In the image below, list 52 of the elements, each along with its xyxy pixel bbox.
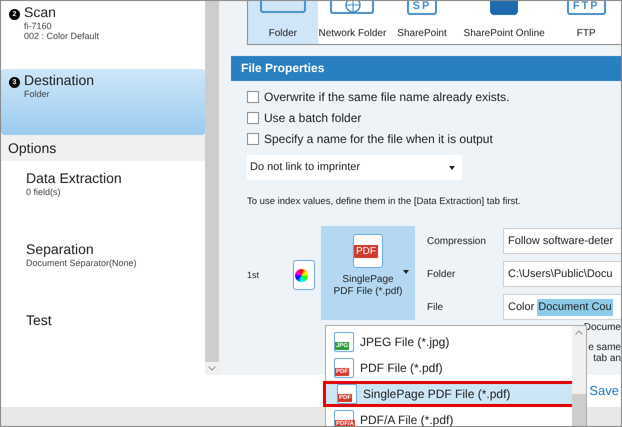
folder-icon [260, 1, 306, 13]
destination-tile[interactable]: SharePoint Online [456, 1, 552, 44]
index-token: Document Cou [537, 299, 613, 316]
globe-folder-icon [329, 1, 376, 15]
destination-tile[interactable]: FTP FTP [551, 1, 621, 44]
step-detail: 002 : Color Default [24, 31, 100, 41]
caret-icon [449, 166, 455, 170]
option-detail: 0 field(s) [26, 187, 62, 197]
options-header: Options [1, 135, 205, 161]
option-title: Separation [26, 240, 95, 258]
destination-tile[interactable]: SP SharePoint [387, 1, 457, 44]
menu-scrollbar[interactable] [572, 326, 586, 426]
scrollbar[interactable] [205, 1, 219, 375]
destination-tile[interactable]: Network Folder [318, 1, 388, 44]
text-field[interactable]: C:\Users\Public\Docu [503, 261, 621, 288]
server-label-icon: FTP [566, 1, 606, 15]
field-label: File [427, 300, 444, 315]
option-detail: Document Separator(None) [26, 258, 138, 268]
checkbox[interactable] [247, 91, 259, 103]
step-title: Scan [24, 3, 57, 21]
imprinter-select[interactable]: Do not link to imprinter [247, 155, 462, 180]
option-title: Data Extraction [26, 169, 123, 187]
server-label-icon: SP [406, 1, 438, 15]
option-item[interactable]: Test [1, 303, 205, 374]
checkbox-option[interactable]: Overwrite if the same file name already exists. [247, 89, 621, 105]
checkbox-option[interactable]: Specify a name for the file when it is output [247, 131, 621, 147]
section-header: File Properties [231, 56, 621, 81]
text-field[interactable]: Color Document Cou [503, 294, 621, 320]
chevron-down-icon[interactable] [208, 366, 216, 371]
hint-text: To use index values, define them in the [Data Extraction] tab first. [247, 195, 522, 209]
checkbox[interactable] [247, 133, 259, 145]
checkbox[interactable] [247, 112, 259, 124]
format-button[interactable]: PDF SinglePage PDF File (*.pdf) [321, 226, 415, 320]
step-title: Destination [24, 71, 94, 89]
option-title: Test [26, 311, 53, 329]
chevron-up-icon[interactable] [575, 330, 583, 335]
caret-icon [403, 270, 409, 274]
step-detail: Folder [24, 89, 51, 99]
checkbox-option[interactable]: Use a batch folder [247, 110, 621, 126]
option-item[interactable]: Data Extraction 0 field(s) [1, 161, 205, 232]
text-field[interactable]: Follow software-deter [503, 228, 621, 254]
option-item[interactable]: Separation Document Separator(None) [1, 232, 205, 303]
partial-text: tab an [593, 353, 621, 364]
save-link[interactable]: Save [589, 381, 619, 401]
partial-text: e same [588, 342, 621, 354]
destination-tile[interactable]: Folder [248, 1, 318, 44]
step-detail: fi-7160 [24, 21, 53, 31]
field-label: Folder [427, 268, 456, 282]
color-file-icon [293, 260, 315, 290]
row-label: 1st [247, 269, 260, 282]
pdf-file-icon: PDF [353, 234, 383, 268]
field-label: Compression [427, 234, 487, 249]
